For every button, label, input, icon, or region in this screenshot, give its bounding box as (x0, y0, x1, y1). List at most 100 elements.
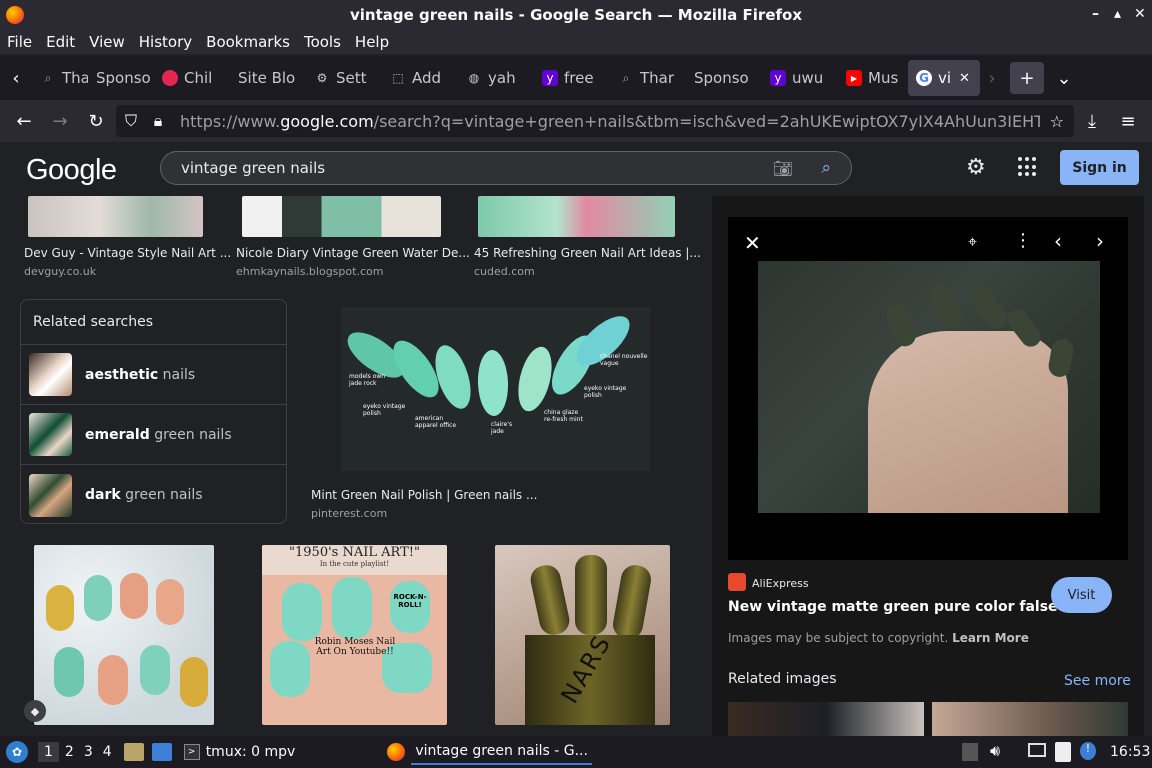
related-searches-card: Related searches aesthetic nails emerald… (20, 299, 287, 524)
nars-brand-text: NARS (555, 629, 617, 709)
tab-6[interactable]: ⬚ Add (382, 60, 458, 96)
nail-shape (575, 555, 607, 635)
google-logo[interactable]: Google (26, 154, 117, 187)
related-search-item[interactable]: dark green nails (21, 465, 286, 525)
camera-icon[interactable]: 📷︎ (773, 159, 793, 178)
start-menu-icon[interactable]: ✿ (6, 741, 28, 763)
result-image-mint-polish[interactable]: models own jade rock eyeko vintage polis… (341, 307, 650, 471)
result-title[interactable]: 45 Refreshing Green Nail Art Ideas |... (474, 246, 701, 260)
menu-bookmarks[interactable]: Bookmarks (206, 33, 290, 51)
tab-4[interactable]: Site Blo (230, 60, 306, 96)
clipboard-icon[interactable] (1055, 742, 1071, 762)
menu-view[interactable]: View (89, 33, 125, 51)
next-image-icon[interactable]: › (1096, 229, 1104, 253)
related-search-item[interactable]: aesthetic nails (21, 345, 286, 405)
desktop-icon[interactable] (151, 743, 172, 761)
app-menu-icon[interactable]: ≡ (1110, 105, 1146, 137)
back-icon[interactable]: ← (6, 105, 42, 137)
result-image-devguy[interactable] (28, 196, 203, 237)
maximize-icon[interactable]: ▴ (1114, 6, 1121, 22)
menu-help[interactable]: Help (355, 33, 389, 51)
menu-file[interactable]: File (7, 33, 32, 51)
see-more-link[interactable]: See more (1064, 673, 1131, 689)
settings-gear-icon[interactable]: ⚙ (966, 155, 986, 180)
search-icon[interactable]: ⌕ (821, 158, 831, 178)
visit-button[interactable]: Visit (1051, 577, 1112, 613)
menu-edit[interactable]: Edit (46, 33, 75, 51)
file-manager-icon[interactable] (123, 743, 144, 761)
workspace-1[interactable]: 1 (38, 742, 59, 762)
more-options-icon[interactable]: ⋮ (1014, 230, 1032, 251)
result-source: devguy.co.uk (24, 265, 97, 278)
result-image-cuded[interactable] (478, 196, 675, 237)
tab-9[interactable]: ⌕ Thar (610, 60, 686, 96)
url-text[interactable]: https://www.google.com/search?q=vintage+… (180, 112, 1040, 131)
workspace-3[interactable]: 3 (84, 744, 93, 760)
result-image-nars-polish[interactable]: NARS (495, 545, 670, 725)
page-scrollbar[interactable] (1144, 196, 1152, 736)
lock-icon[interactable]: 🔒︎ (146, 111, 170, 131)
url-bar[interactable]: ⛉ 🔒︎ https://www.google.com/search?q=vin… (116, 105, 1074, 137)
sign-in-button[interactable]: Sign in (1060, 150, 1139, 185)
minimize-icon[interactable]: – (1092, 6, 1099, 22)
nail-shape (84, 575, 112, 621)
display-icon[interactable] (1028, 743, 1046, 757)
tab-8[interactable]: y free (534, 60, 610, 96)
notification-icon[interactable]: ! (1080, 742, 1096, 760)
tab-active-google[interactable]: Gvi ✕ (908, 60, 980, 96)
menu-history[interactable]: History (139, 33, 192, 51)
close-tab-icon[interactable]: ✕ (959, 71, 970, 86)
forward-icon[interactable]: → (42, 105, 78, 137)
new-tab-icon[interactable]: + (1010, 62, 1044, 94)
apps-grid-icon[interactable] (1018, 157, 1038, 177)
close-window-icon[interactable]: ✕ (1134, 6, 1146, 22)
tab-3[interactable]: Chil (154, 60, 230, 96)
shield-icon[interactable]: ⛉ (116, 111, 146, 131)
result-image-1950s-nail-art[interactable]: "1950's NAIL ART!" In the cute playlist!… (262, 545, 447, 725)
result-title[interactable]: Dev Guy - Vintage Style Nail Art ... (24, 246, 231, 260)
learn-more-link[interactable]: Learn More (952, 631, 1029, 645)
red-circle-icon (162, 70, 178, 86)
taskbar-firefox-window[interactable]: vintage green nails - G... (411, 739, 592, 765)
menu-tools[interactable]: Tools (304, 33, 341, 51)
list-all-tabs-icon[interactable]: ⌄ (1044, 62, 1084, 94)
tab-12[interactable]: ▶ Mus (838, 60, 908, 96)
tab-11[interactable]: y uwu (762, 60, 838, 96)
workspace-4[interactable]: 4 (103, 744, 112, 760)
tab-scroll-left-icon[interactable]: ‹ (0, 62, 32, 94)
polish-label: eyeko vintage polish (363, 403, 406, 417)
preview-source[interactable]: AliExpress (752, 577, 809, 590)
tab-1[interactable]: ⌕Thar (32, 60, 88, 96)
workspace-2[interactable]: 2 (65, 744, 74, 760)
tab-scroll-right-icon[interactable]: › (980, 62, 1004, 94)
tray-updates-icon[interactable] (962, 743, 978, 761)
preview-title[interactable]: New vintage matte green pure color false… (728, 599, 1098, 615)
tag-icon[interactable]: ◆ (24, 700, 46, 722)
volume-icon[interactable]: 🔊︎ (990, 741, 1000, 761)
result-title[interactable]: Mint Green Nail Polish | Green nails ... (311, 488, 537, 502)
preview-image[interactable] (758, 261, 1100, 513)
taskbar-terminal-window[interactable]: tmux: 0 mpv (206, 744, 296, 760)
yahoo-icon: y (770, 70, 786, 86)
downloads-icon[interactable]: ⤓ (1074, 105, 1110, 137)
search-input[interactable]: vintage green nails 📷︎ ⌕ (160, 151, 852, 185)
nail-shape (966, 282, 1012, 334)
result-image-glitter-nails[interactable] (34, 545, 214, 725)
tab-2[interactable]: Sponso (88, 60, 154, 96)
polish-swatch-nail (518, 346, 552, 412)
result-image-ehmkay[interactable] (242, 196, 441, 237)
polish-swatch-nail (477, 350, 509, 416)
related-image-thumb[interactable] (728, 702, 924, 736)
related-search-item[interactable]: emerald green nails (21, 405, 286, 465)
tab-10[interactable]: Sponso (686, 60, 762, 96)
tab-7[interactable]: ◍ yah (458, 60, 534, 96)
close-preview-icon[interactable]: ✕ (744, 231, 761, 255)
bookmark-star-icon[interactable]: ☆ (1050, 112, 1064, 131)
tab-5[interactable]: ⚙ Sett (306, 60, 382, 96)
reload-icon[interactable]: ↻ (78, 105, 114, 137)
result-source: cuded.com (474, 265, 535, 278)
result-title[interactable]: Nicole Diary Vintage Green Water De... (236, 246, 470, 260)
visual-search-icon[interactable]: ⌖ (968, 232, 977, 252)
related-image-thumb[interactable] (932, 702, 1128, 736)
previous-image-icon[interactable]: ‹ (1054, 229, 1062, 253)
